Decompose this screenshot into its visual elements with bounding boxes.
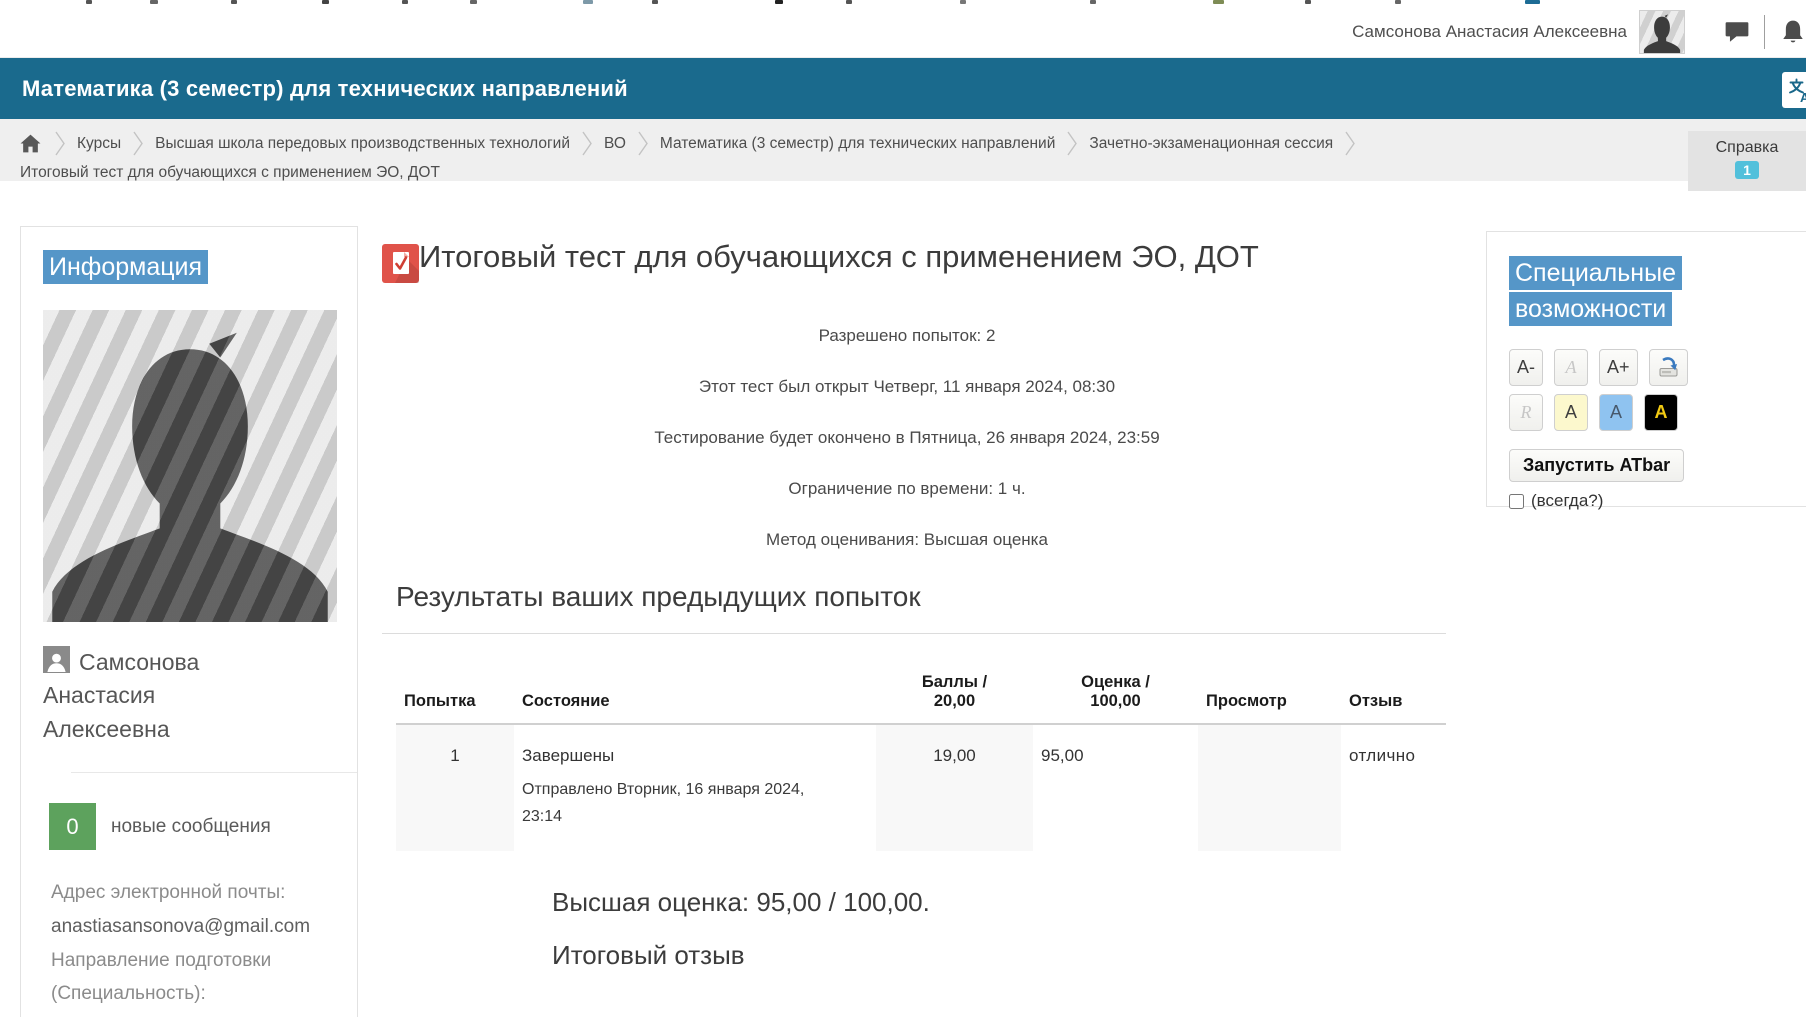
person-icon — [43, 646, 70, 673]
avatar-silhouette-icon — [1642, 14, 1682, 54]
top-user-bar: Самсонова Анастасия Алексеевна — [0, 7, 1806, 58]
breadcrumb-item-course[interactable]: Математика (3 семестр) для технических н… — [660, 135, 1055, 153]
font-increase-button[interactable]: A+ — [1599, 349, 1638, 386]
divider — [71, 772, 357, 773]
specialty-label: Направление подготовки — [51, 944, 335, 978]
profile-name: Самсонова Анастасия Алексеевна — [43, 646, 335, 746]
help-count-badge: 1 — [1735, 161, 1759, 179]
quiz-title: Итоговый тест для обучающихся с применен… — [419, 236, 1319, 288]
breadcrumb-chevron-icon — [1344, 130, 1356, 157]
quiz-grading-method: Метод оценивания: Высшая оценка — [382, 530, 1432, 550]
quiz-meta: Разрешено попыток: 2 Этот тест был откры… — [382, 326, 1432, 550]
accessibility-panel: Специальные возможности A- A A+ R A A A … — [1486, 231, 1806, 507]
help-block: Справка 1 — [1688, 131, 1806, 191]
table-header-row: Попытка Состояние Баллы / 20,00 Оценка /… — [396, 657, 1446, 724]
user-avatar[interactable] — [1639, 10, 1685, 54]
cell-marks: 19,00 — [876, 724, 1033, 851]
reset-style-button[interactable]: R — [1509, 394, 1543, 431]
breadcrumb-item-current: Итоговый тест для обучающихся с применен… — [20, 164, 440, 182]
cell-feedback: отлично — [1341, 724, 1446, 851]
profile-name-line: Самсонова — [79, 649, 199, 675]
quiz-attempts-allowed: Разрешено попыток: 2 — [382, 326, 1432, 346]
col-attempt: Попытка — [396, 657, 514, 724]
cell-grade: 95,00 — [1033, 724, 1198, 851]
info-panel-title: Информация — [43, 250, 208, 284]
save-settings-button[interactable] — [1649, 349, 1688, 386]
breadcrumb-item-school[interactable]: Высшая школа передовых производственных … — [155, 135, 570, 153]
avatar-silhouette-icon — [52, 330, 328, 622]
quiz-icon — [382, 244, 419, 288]
translate-icon[interactable]: A — [1782, 72, 1806, 108]
breadcrumb-chevron-icon — [1066, 130, 1078, 157]
notifications-bell-icon[interactable] — [1779, 19, 1806, 46]
col-review: Просмотр — [1198, 657, 1341, 724]
results-heading: Результаты ваших предыдущих попыток — [382, 581, 1446, 634]
messages-count-badge: 0 — [49, 803, 96, 850]
user-name: Самсонова Анастасия Алексеевна — [1352, 22, 1627, 42]
cell-state: Завершены Отправлено Вторник, 16 января … — [514, 724, 876, 851]
help-link[interactable]: Справка — [1716, 139, 1779, 156]
quiz-open-date: Этот тест был открыт Четверг, 11 января … — [382, 377, 1432, 397]
col-feedback: Отзыв — [1341, 657, 1446, 724]
main-content: Итоговый тест для обучающихся с применен… — [382, 222, 1460, 993]
home-icon[interactable] — [20, 134, 41, 153]
breadcrumb-chevron-icon — [54, 130, 66, 157]
messages-icon[interactable] — [1723, 19, 1750, 46]
specialty-label: (Специальность): — [51, 977, 335, 1011]
cell-review — [1198, 724, 1341, 851]
course-title: Математика (3 семестр) для технических н… — [0, 76, 628, 102]
atbar-always-label: (всегда?) — [1531, 491, 1603, 511]
profile-photo — [43, 310, 337, 622]
profile-name-line: Алексеевна — [43, 716, 170, 742]
breadcrumb-item-courses[interactable]: Курсы — [77, 135, 121, 153]
col-state: Состояние — [514, 657, 876, 724]
launch-atbar-button[interactable]: Запустить ATbar — [1509, 449, 1684, 482]
profile-name-line: Анастасия — [43, 682, 155, 708]
highest-grade: Высшая оценка: 95,00 / 100,00. — [552, 887, 1460, 918]
final-feedback-heading: Итоговый отзыв — [552, 940, 1460, 971]
study-form-label: Форма обучения: — [51, 1011, 335, 1017]
attempts-table: Попытка Состояние Баллы / 20,00 Оценка /… — [396, 657, 1446, 851]
breadcrumb-chevron-icon — [637, 130, 649, 157]
cell-state-detail: Отправлено Вторник, 16 января 2024, 23:1… — [522, 777, 807, 830]
quiz-time-limit: Ограничение по времени: 1 ч. — [382, 479, 1432, 499]
font-default-button[interactable]: A — [1554, 349, 1588, 386]
email-label: Адрес электронной почты: — [51, 876, 335, 910]
page: Самсонова Анастасия Алексеевна Математик… — [0, 0, 1806, 1017]
email-value: anastiasansonova@gmail.com — [51, 910, 335, 944]
bookmarks-bar-remnant — [0, 0, 1806, 7]
course-header: Математика (3 семестр) для технических н… — [0, 58, 1806, 119]
messages-label: новые сообщения — [111, 816, 271, 838]
font-decrease-button[interactable]: A- — [1509, 349, 1543, 386]
messages-row[interactable]: 0 новые сообщения — [49, 803, 335, 850]
quiz-close-date: Тестирование будет окончено в Пятница, 2… — [382, 428, 1432, 448]
breadcrumb-chevron-icon — [581, 130, 593, 157]
table-row: 1 Завершены Отправлено Вторник, 16 январ… — [396, 724, 1446, 851]
breadcrumb-chevron-icon — [132, 130, 144, 157]
cell-attempt: 1 — [396, 724, 514, 851]
col-grade: Оценка / 100,00 — [1033, 657, 1198, 724]
svg-text:A: A — [1800, 90, 1806, 103]
blue-scheme-button[interactable]: A — [1599, 394, 1633, 431]
accessibility-title: Специальные возможности — [1509, 256, 1806, 327]
topbar-divider — [1764, 15, 1765, 49]
breadcrumb-item-session[interactable]: Зачетно-экзаменационная сессия — [1089, 135, 1333, 153]
atbar-always-checkbox[interactable] — [1509, 494, 1524, 509]
save-icon — [1657, 356, 1680, 379]
breadcrumb-item-vo[interactable]: ВО — [604, 135, 626, 153]
info-panel: Информация Самсонова Анастасия Алексеевн… — [20, 226, 358, 1017]
breadcrumb: Курсы Высшая школа передовых производств… — [0, 119, 1806, 181]
yellow-scheme-button[interactable]: A — [1554, 394, 1588, 431]
high-contrast-button[interactable]: A — [1644, 394, 1678, 431]
col-marks: Баллы / 20,00 — [876, 657, 1033, 724]
